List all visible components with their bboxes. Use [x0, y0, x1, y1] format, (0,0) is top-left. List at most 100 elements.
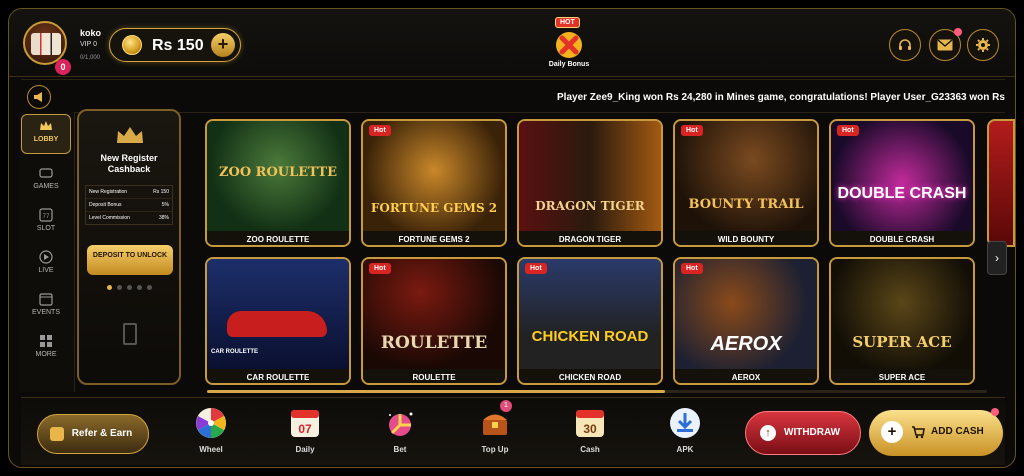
- scroll-thumb[interactable]: [207, 390, 665, 393]
- hot-badge: Hot: [369, 263, 391, 274]
- nav-item-live[interactable]: LIVE: [21, 246, 71, 286]
- game-card-super-ace[interactable]: SUPER ACE SUPER ACE: [829, 257, 975, 385]
- game-title: WILD BOUNTY: [675, 231, 817, 245]
- hot-badge: Hot: [681, 125, 703, 136]
- carousel-dot[interactable]: [126, 285, 132, 290]
- carousel-dot[interactable]: [146, 285, 152, 290]
- game-card-roulette[interactable]: Hot ROULETTE ROULETTE: [361, 257, 507, 385]
- daily-bonus-icon: [556, 32, 582, 58]
- apk-button[interactable]: APK: [655, 406, 715, 454]
- next-page-button[interactable]: ›: [987, 241, 1007, 275]
- carousel-dot[interactable]: [106, 285, 112, 290]
- game-title: AEROX: [675, 369, 817, 383]
- game-card-zoo-roulette[interactable]: ZOO ROULETTE ZOO ROULETTE: [205, 119, 351, 247]
- top-up-badge: 1: [500, 400, 512, 412]
- nav-item-more[interactable]: MORE: [21, 330, 71, 370]
- carousel-dot[interactable]: [136, 285, 142, 290]
- nav-item-slot[interactable]: 77 SLOT: [21, 204, 71, 244]
- notification-dot: [991, 408, 999, 416]
- nav-label: SLOT: [36, 225, 56, 232]
- slot-icon: 77: [39, 208, 53, 222]
- refer-earn-button[interactable]: Refer & Earn: [37, 414, 149, 454]
- nav-label: GAMES: [33, 183, 59, 190]
- arrow-up-icon: ↑: [760, 425, 776, 441]
- wheel-button[interactable]: Wheel: [181, 406, 241, 454]
- gift-icon: [50, 427, 64, 441]
- headset-icon: [899, 39, 911, 50]
- game-title: DRAGON TIGER: [519, 231, 661, 245]
- game-card-car-roulette[interactable]: CAR ROULETTE CAR ROULETTE: [205, 257, 351, 385]
- top-up-label: Top Up: [481, 445, 509, 454]
- crown-icon: [40, 121, 52, 130]
- mail-icon: [937, 39, 953, 51]
- settings-button[interactable]: [967, 29, 999, 61]
- megaphone-icon: [34, 92, 42, 102]
- game-art: [519, 121, 661, 231]
- add-cash-label: ADD CASH: [931, 426, 984, 437]
- promo-row-value: 5%: [161, 202, 169, 208]
- bet-label: Bet: [393, 445, 407, 454]
- hot-badge: HOT: [555, 17, 580, 28]
- calendar-icon: [39, 293, 53, 306]
- withdraw-button[interactable]: ↑ WITHDRAW: [745, 411, 861, 455]
- nav-item-events[interactable]: EVENTS: [21, 288, 71, 328]
- cashback-promo: New Register Cashback New Registration Rs…: [77, 109, 181, 385]
- nav-label: LOBBY: [33, 136, 59, 143]
- coin-icon: [122, 35, 142, 55]
- nav-item-lobby[interactable]: LOBBY: [21, 114, 71, 154]
- game-card-aerox[interactable]: Hot AEROX AEROX: [673, 257, 819, 385]
- withdraw-label: WITHDRAW: [784, 427, 841, 438]
- game-grid: ZOO ROULETTE ZOO ROULETTE Hot FORTUNE GE…: [205, 119, 979, 385]
- nav-item-games[interactable]: GAMES: [21, 162, 71, 202]
- nav-label: LIVE: [38, 267, 54, 274]
- game-card-fortune-gems-2[interactable]: Hot FORTUNE GEMS 2 FORTUNE GEMS 2: [361, 119, 507, 247]
- daily-button[interactable]: 07 Daily: [275, 406, 335, 454]
- game-card-dragon-tiger[interactable]: DRAGON TIGER DRAGON TIGER: [517, 119, 663, 247]
- deposit-to-unlock-button[interactable]: DEPOSIT TO UNLOCK: [87, 245, 173, 275]
- carousel-dot[interactable]: [116, 285, 122, 290]
- wheel-icon: [196, 408, 226, 438]
- game-logo: ZOO ROULETTE: [219, 165, 337, 180]
- app-frame: 0 koko VIP 0 0/1,000 Rs 150 + HOT Daily …: [8, 8, 1016, 468]
- game-title: CAR ROULETTE: [207, 369, 349, 383]
- game-art: [675, 121, 817, 231]
- promo-title: New Register Cashback: [100, 153, 158, 174]
- bet-button[interactable]: Bet: [370, 406, 430, 454]
- car-image: [227, 311, 327, 337]
- game-logo: CHICKEN ROAD: [531, 328, 649, 345]
- promo-row: Level Commission 38%: [86, 212, 172, 224]
- game-card-partial[interactable]: [987, 119, 1015, 247]
- mail-button[interactable]: [929, 28, 962, 61]
- side-nav: LOBBY GAMES 77 SLOT LIVE EVENTS MORE: [19, 112, 75, 392]
- notification-dot: [954, 28, 962, 36]
- daily-label: Daily: [295, 445, 315, 454]
- game-logo: FORTUNE GEMS 2: [370, 201, 498, 215]
- promo-row: New Registration Rs 150: [86, 186, 172, 199]
- promo-row-label: Level Commission: [89, 215, 130, 221]
- top-up-button[interactable]: 1 Top Up: [465, 400, 525, 454]
- game-card-chicken-road[interactable]: Hot CHICKEN ROAD CHICKEN ROAD: [517, 257, 663, 385]
- game-title: SUPER ACE: [831, 369, 973, 383]
- support-button[interactable]: [889, 29, 921, 61]
- balance-pill[interactable]: Rs 150 +: [109, 28, 241, 62]
- wheel-label: Wheel: [199, 445, 223, 454]
- crown-icon: [117, 127, 143, 143]
- game-title: CHICKEN ROAD: [519, 369, 661, 383]
- daily-bonus-button[interactable]: HOT Daily Bonus: [539, 17, 599, 73]
- promo-row: Deposit Bonus 5%: [86, 199, 172, 212]
- download-icon: [670, 408, 700, 438]
- refer-label: Refer & Earn: [71, 428, 133, 439]
- game-logo: DOUBLE CRASH: [837, 185, 967, 202]
- cash-button[interactable]: 30 Cash: [560, 406, 620, 454]
- svg-text:77: 77: [43, 214, 50, 220]
- add-cash-button[interactable]: + ADD CASH: [869, 408, 1003, 456]
- game-card-wild-bounty[interactable]: Hot BOUNTY TRAIL WILD BOUNTY: [673, 119, 819, 247]
- gamepad-icon: [39, 168, 53, 178]
- announcement-button[interactable]: [27, 85, 51, 109]
- game-card-double-crash[interactable]: Hot DOUBLE CRASH DOUBLE CRASH: [829, 119, 975, 247]
- game-title: ZOO ROULETTE: [207, 231, 349, 245]
- add-balance-button[interactable]: +: [211, 33, 235, 57]
- cash-calendar-icon: 30: [576, 410, 604, 437]
- game-title: ROULETTE: [363, 369, 505, 383]
- ticker-text: Player Zee9_King won Rs 24,280 in Mines …: [557, 92, 1005, 103]
